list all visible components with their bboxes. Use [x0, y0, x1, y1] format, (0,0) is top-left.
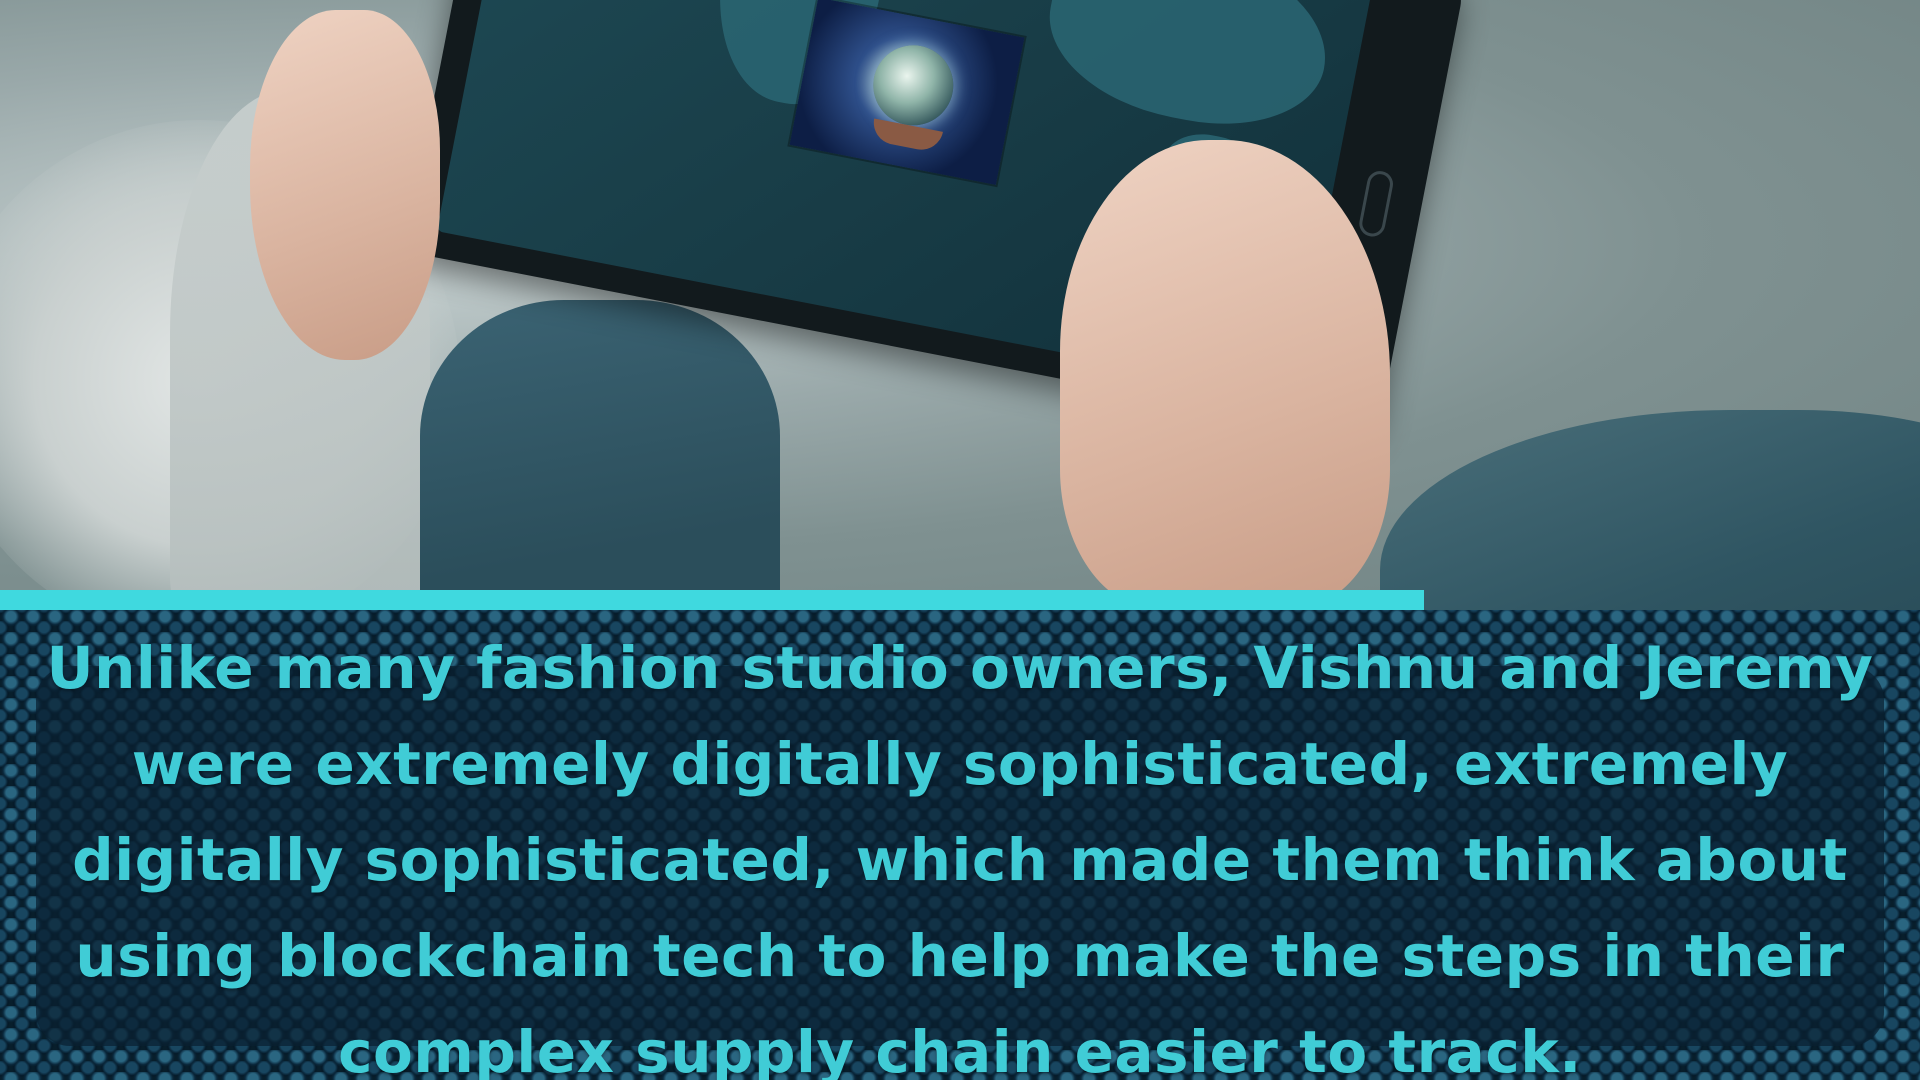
caption-line: Unlike many fashion studio owners, Vishn… — [46, 634, 1874, 702]
jeans-knee — [1380, 410, 1920, 610]
tablet-home-button — [1357, 168, 1396, 239]
globe-icon — [866, 38, 961, 133]
globe-in-hand-image — [789, 0, 1025, 185]
hero-photo — [0, 0, 1920, 610]
world-map-shape — [1034, 0, 1342, 144]
caption-text: Unlike many fashion studio owners, Vishn… — [20, 620, 1900, 1080]
world-map-shape — [914, 0, 1075, 3]
left-hand — [250, 10, 440, 360]
caption-area: Unlike many fashion studio owners, Vishn… — [0, 610, 1920, 1080]
caption-line: complex supply chain easier to track. — [338, 1018, 1582, 1080]
right-hand — [1060, 140, 1390, 610]
accent-bar — [0, 590, 1424, 610]
jeans-leg — [420, 300, 780, 610]
caption-line: were extremely digitally sophisticated, … — [131, 730, 1789, 798]
caption-line: digitally sophisticated, which made them… — [72, 826, 1848, 894]
caption-line: using blockchain tech to help make the s… — [75, 922, 1845, 990]
